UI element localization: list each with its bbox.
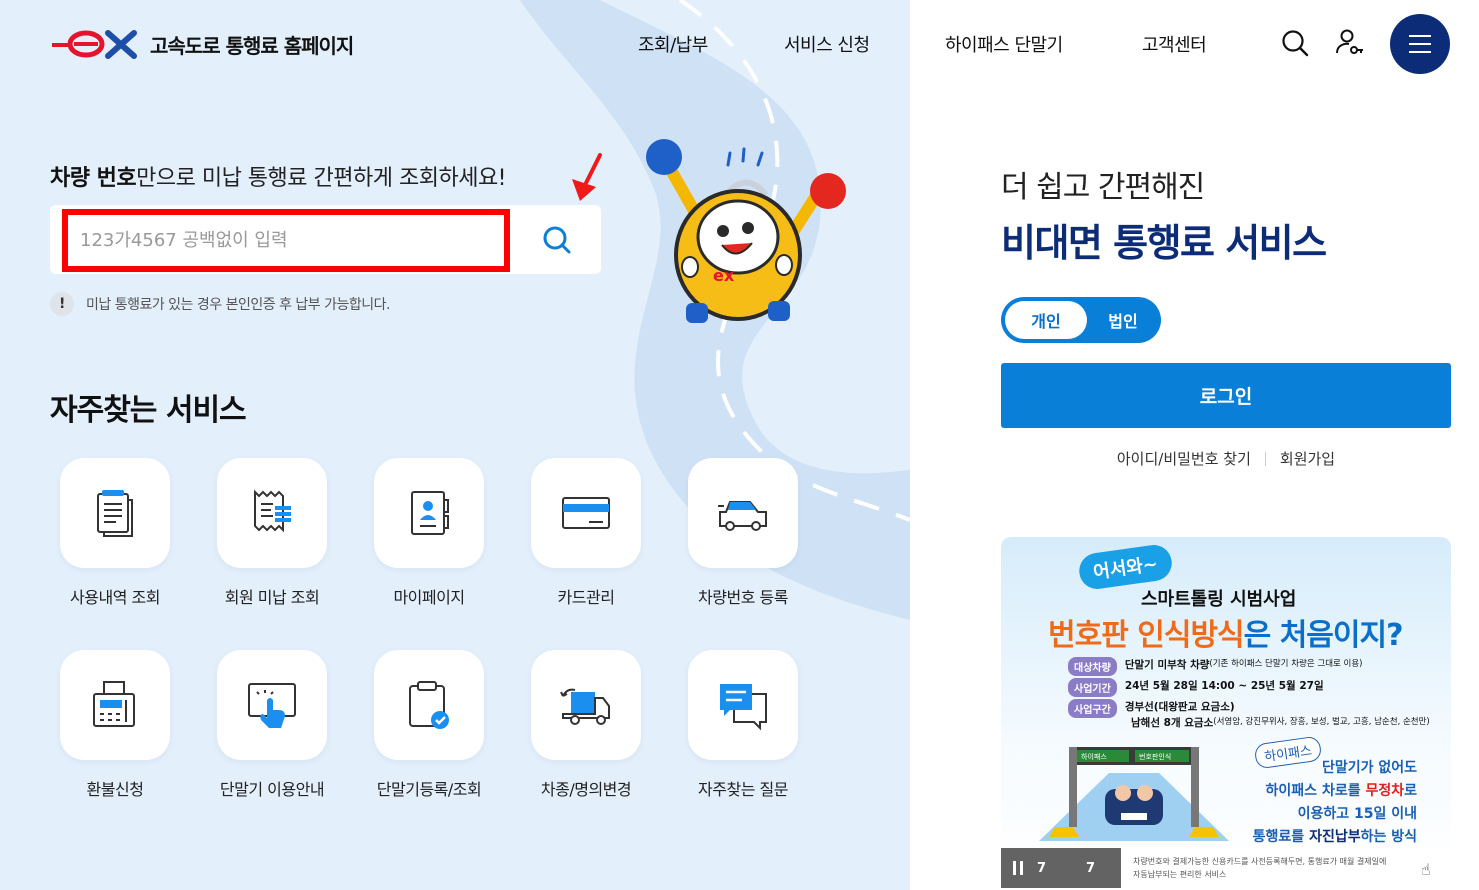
svg-text:ex: ex	[713, 266, 735, 285]
gate-label-hipass: 하이패스	[1081, 752, 1107, 761]
touch-screen-icon	[248, 683, 296, 728]
service-terminal-register[interactable]: 단말기등록/조회	[359, 650, 499, 800]
service-usage-history[interactable]: 사용내역 조회	[45, 458, 185, 608]
toggle-corporate[interactable]: 법인	[1089, 301, 1157, 339]
banner-row-target: 대상차량 단말기 미부착 차량 (기존 하이패스 단말기 차량은 그대로 이용)	[1068, 657, 1363, 676]
hamburger-menu-icon[interactable]	[1390, 14, 1450, 74]
logo-text: 고속도로 통행료 홈페이지	[150, 33, 354, 58]
banner-badge: 어서와~	[1076, 542, 1174, 592]
member-type-toggle: 개인 법인	[1001, 297, 1161, 343]
service-faq[interactable]: 자주찾는 질문	[673, 650, 813, 800]
pager-total: 7	[1086, 860, 1096, 876]
banner-small-text: 차량번호와 결제가능한 신용카드를 사전등록해두면, 통행료가 매월 결제일에 …	[1133, 857, 1387, 879]
mascot-car-illustration: ex	[646, 139, 846, 323]
user-key-icon[interactable]	[1334, 28, 1364, 58]
car-icon	[718, 501, 767, 531]
nav-inquiry-payment[interactable]: 조회/납부	[638, 31, 708, 57]
service-vehicle-register[interactable]: 차량번호 등록	[673, 458, 813, 608]
banner-row-section-2: 남해선 8개 요금소 (서영암, 강진무위사, 장흥, 보성, 벌교, 고흥, 남…	[1131, 717, 1430, 729]
banner-headline: 번호판 인식방식은 처음이지?	[1048, 618, 1404, 653]
ex-logo-icon	[52, 30, 137, 59]
login-title: 비대면 통행료 서비스	[1001, 221, 1327, 265]
toggle-personal[interactable]: 개인	[1005, 301, 1087, 339]
credit-card-icon	[562, 497, 610, 529]
nav-customer-center[interactable]: 고객센터	[1142, 31, 1207, 57]
nav-service-apply[interactable]: 서비스 신청	[784, 31, 870, 57]
banner-copy-line3: 이용하고 15일 이내	[1297, 806, 1417, 822]
chat-bubble-icon	[720, 684, 767, 731]
notice-text: 미납 통행료가 있는 경우 본인인증 후 납부 가능합니다.	[86, 297, 390, 313]
service-vehicle-owner-change[interactable]: 차종/명의변경	[516, 650, 656, 800]
fax-machine-icon	[93, 681, 135, 727]
search-notice: ! 미납 통행료가 있는 경우 본인인증 후 납부 가능합니다.	[50, 292, 390, 316]
document-list-icon	[97, 490, 133, 537]
find-id-password-link[interactable]: 아이디/비밀번호 찾기	[1117, 448, 1251, 469]
tollgate-illustration: 하이패스 번호판인식	[1039, 747, 1229, 841]
banner-pager[interactable]: 7 7	[1001, 848, 1121, 888]
pause-icon[interactable]	[1013, 861, 1023, 875]
banner-copy-line4: 통행료를 자진납부하는 방식	[1252, 829, 1417, 845]
exclamation-icon: !	[50, 292, 74, 316]
search-submit-icon[interactable]	[540, 223, 574, 257]
banner-line1: 스마트톨링 시범사업	[1141, 589, 1297, 610]
account-links: 아이디/비밀번호 찾기 회원가입	[1001, 448, 1451, 469]
service-refund[interactable]: 환불신청	[45, 650, 185, 800]
vehicle-search-box	[50, 205, 601, 274]
receipt-icon	[254, 489, 291, 533]
vehicle-number-input[interactable]	[62, 209, 510, 272]
promo-banner[interactable]: 어서와~ 스마트톨링 시범사업 번호판 인식방식은 처음이지? 대상차량 단말기 …	[1001, 537, 1451, 890]
banner-row-period: 사업기간 24년 5월 28일 14:00 ~ 25년 5월 27일	[1068, 678, 1324, 697]
frequent-services-title: 자주찾는 서비스	[50, 393, 247, 428]
banner-copy: 단말기가 없어도 하이패스 차로를 무정차로 이용하고 15일 이내 통행료를 …	[1231, 757, 1417, 849]
search-icon[interactable]	[1280, 28, 1310, 58]
service-terminal-guide[interactable]: 단말기 이용안내	[202, 650, 342, 800]
banner-copy-line2: 하이패스 차로를 무정차로	[1265, 783, 1417, 799]
pager-current: 7	[1037, 860, 1047, 876]
clipboard-check-icon	[409, 681, 449, 729]
red-arrow-annotation	[572, 153, 602, 201]
nav-hipass-terminal[interactable]: 하이패스 단말기	[945, 31, 1063, 57]
login-button[interactable]: 로그인	[1001, 363, 1451, 428]
gate-label-plate: 번호판인식	[1139, 752, 1171, 761]
service-card-management[interactable]: 카드관리	[516, 458, 656, 608]
banner-copy-line1: 단말기가 없어도	[1321, 760, 1417, 776]
search-heading: 차량 번호만으로 미납 통행료 간편하게 조회하세요!	[50, 166, 506, 191]
login-subtitle: 더 쉽고 간편해진	[1001, 170, 1205, 205]
truck-swap-icon	[560, 688, 610, 725]
site-logo[interactable]: 고속도로 통행료 홈페이지	[50, 28, 354, 60]
link-divider	[1264, 451, 1266, 466]
service-member-unpaid[interactable]: 회원 미납 조회	[202, 458, 342, 608]
signup-link[interactable]: 회원가입	[1280, 448, 1335, 469]
pointer-hand-icon: ☝	[1421, 860, 1431, 879]
service-mypage[interactable]: 마이페이지	[359, 458, 499, 608]
profile-card-icon	[411, 491, 449, 535]
